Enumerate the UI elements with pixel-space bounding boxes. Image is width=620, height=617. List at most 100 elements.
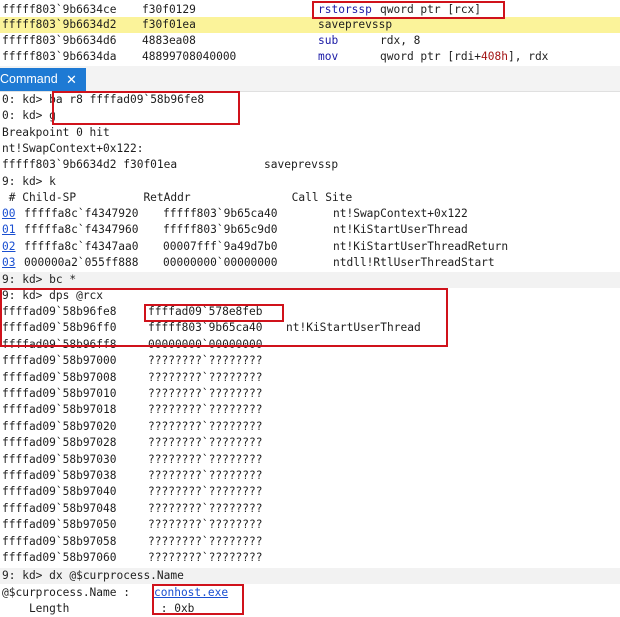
dps-row: ffffad09`58b97010 ????????`????????: [2, 386, 263, 402]
ret-addr: fffff803`9b65ca40: [163, 207, 278, 220]
dps-row: ffffad09`58b97060 ????????`????????: [2, 550, 263, 566]
command-line: 0: kd> ba r8 ffffad09`58b96fe8: [2, 92, 204, 108]
dx-label: @$curprocess.Name :: [2, 586, 137, 599]
call-site: nt!SwapContext+0x122: [333, 207, 468, 220]
dps-value: ????????`????????: [148, 403, 263, 417]
dps-row: ffffad09`58b97018 ????????`????????: [2, 402, 263, 418]
dps-value: ????????`????????: [148, 534, 263, 548]
dps-address: ffffad09`58b97018: [2, 403, 117, 417]
stack-row: 02 fffffa8c`f4347aa0 00007fff`9a49d7b0 nt!K…: [2, 239, 508, 255]
disasm-bytes: f30f01ea: [142, 18, 196, 31]
dps-address: ffffad09`58b97048: [2, 501, 117, 515]
disasm-operands: qword ptr [rcx]: [380, 3, 482, 16]
operand-text: qword ptr [rdi+: [380, 50, 482, 63]
operand-offset: 408h: [481, 50, 508, 63]
disasm-line-current[interactable]: fffff803`9b6634d2 f30f01ea saveprevssp: [0, 17, 620, 33]
dps-value: ????????`????????: [148, 354, 263, 368]
disasm-mnemonic: saveprevssp: [318, 18, 393, 31]
dps-value: ????????`????????: [148, 452, 263, 466]
call-site: ntdll!RtlUserThreadStart: [333, 256, 495, 269]
command-line: 9: kd> bc *: [2, 273, 77, 286]
child-sp: fffffa8c`f4347aa0: [24, 240, 139, 253]
disasm-mnemonic: mov: [318, 50, 339, 63]
dps-row: ffffad09`58b97040 ????????`????????: [2, 484, 263, 500]
dps-address: ffffad09`58b97000: [2, 354, 117, 368]
disasm-address: fffff803`9b6634da: [2, 50, 117, 63]
stack-row: 03 000000a2`055ff888 00000000`00000000 ntdl…: [2, 255, 495, 271]
dps-address: ffffad09`58b96ff0: [2, 321, 117, 335]
disasm-operands: qword ptr [rdi+408h], rdx: [380, 49, 548, 65]
dps-value: ????????`????????: [148, 387, 263, 400]
dps-row: ffffad09`58b96fe8 ffffad09`578e8feb: [2, 304, 263, 320]
instr-mnemonic: saveprevssp: [264, 158, 339, 171]
dps-address: ffffad09`58b97028: [2, 436, 117, 450]
dps-row: ffffad09`58b97050 ????????`????????: [2, 517, 263, 533]
stack-frame-link[interactable]: 02: [2, 240, 15, 253]
call-site: nt!KiStartUserThreadReturn: [333, 240, 509, 253]
prompt: 0: kd>: [2, 93, 50, 106]
stack-frame-link[interactable]: 00: [2, 207, 15, 220]
dps-value: ????????`????????: [148, 419, 263, 433]
dps-address: ffffad09`58b97030: [2, 452, 117, 466]
dps-row: ffffad09`58b97000 ????????`????????: [2, 353, 263, 369]
dps-address: ffffad09`58b97058: [2, 534, 117, 548]
output-line: fffff803`9b6634d2 f30f01ea saveprevssp: [2, 157, 338, 173]
command-text: g: [49, 109, 56, 122]
disassembly-pane[interactable]: fffff803`9b6634ce f30f0129 rstorssp qwor…: [0, 0, 620, 66]
stack-frame-link[interactable]: 01: [2, 223, 15, 236]
dps-address: ffffad09`58b96ff8: [2, 337, 117, 351]
dx-length: Length : 0xb: [2, 601, 194, 617]
dps-row: ffffad09`58b97038 ????????`????????: [2, 468, 263, 484]
operand-text: ], rdx: [508, 50, 549, 63]
stack-frame-link[interactable]: 03: [2, 256, 15, 269]
dps-row: ffffad09`58b97008 ????????`????????: [2, 370, 263, 386]
disasm-operands: rdx, 8: [380, 34, 421, 47]
command-line: 9: kd> dx @$curprocess.Name: [2, 569, 184, 582]
ret-addr: 00000000`00000000: [163, 256, 278, 269]
dps-row: ffffad09`58b97058 ????????`????????: [2, 534, 263, 550]
dps-address: ffffad09`58b97050: [2, 518, 117, 532]
dps-address: ffffad09`58b97038: [2, 469, 117, 482]
dps-symbol: nt!KiStartUserThread: [286, 321, 421, 335]
tab-label: Command: [0, 72, 58, 86]
dps-value: ????????`????????: [148, 518, 263, 532]
close-icon[interactable]: ✕: [66, 68, 77, 91]
stack-row: 01 fffffa8c`f4347960 fffff803`9b65c9d0 nt!K…: [2, 222, 468, 238]
dx-length-label: Length: [2, 602, 70, 615]
dps-row: ffffad09`58b96ff8 00000000`00000000: [2, 337, 263, 353]
child-sp: 000000a2`055ff888: [24, 256, 139, 269]
output-line: nt!SwapContext+0x122:: [2, 142, 144, 155]
dps-value: ????????`????????: [148, 370, 263, 384]
dps-value: fffff803`9b65ca40: [148, 321, 263, 335]
dps-row: ffffad09`58b97030 ????????`????????: [2, 452, 263, 468]
dps-row: ffffad09`58b96ff0 fffff803`9b65ca40 nt!KiS…: [2, 320, 421, 336]
disasm-line[interactable]: fffff803`9b6634d6 4883ea08 sub rdx, 8: [0, 33, 620, 49]
disasm-line[interactable]: fffff803`9b6634ce f30f0129 rstorssp qwor…: [0, 2, 620, 18]
command-shade: [0, 272, 620, 288]
disasm-address: fffff803`9b6634d2: [2, 18, 117, 31]
child-sp: fffffa8c`f4347920: [24, 207, 139, 220]
disasm-address: fffff803`9b6634d6: [2, 34, 117, 47]
dps-value: ????????`????????: [148, 485, 263, 499]
command-output[interactable]: 0: kd> ba r8 ffffad09`58b96fe8 0: kd> g …: [0, 91, 620, 617]
tab-command[interactable]: Command ✕: [0, 68, 86, 91]
dps-value: ????????`????????: [148, 469, 263, 482]
disasm-line[interactable]: fffff803`9b6634da 48899708040000 mov qwo…: [0, 49, 620, 65]
dps-address: ffffad09`58b96fe8: [2, 305, 117, 318]
disasm-mnemonic: rstorssp: [318, 3, 372, 16]
command-text: ba r8 ffffad09`58b96fe8: [49, 93, 205, 106]
output-line: Breakpoint 0 hit: [2, 126, 110, 139]
tab-bar: Command ✕: [0, 66, 620, 92]
dx-result: @$curprocess.Name : conhost.exe: [2, 585, 228, 601]
stack-header: # Child-SP RetAddr Call Site: [2, 191, 353, 204]
dx-length-value: : 0xb: [154, 602, 195, 615]
ret-addr: fffff803`9b65c9d0: [163, 223, 278, 236]
stack-row: 00 fffffa8c`f4347920 fffff803`9b65ca40 nt!S…: [2, 206, 468, 222]
dps-value: ????????`????????: [148, 436, 263, 450]
dps-row: ffffad09`58b97020 ????????`????????: [2, 419, 263, 435]
dps-address: ffffad09`58b97060: [2, 551, 117, 564]
dps-row: ffffad09`58b97028 ????????`????????: [2, 435, 263, 451]
instr-address: fffff803`9b6634d2 f30f01ea: [2, 158, 178, 171]
prompt: 0: kd>: [2, 109, 50, 122]
dx-value-link[interactable]: conhost.exe: [154, 585, 228, 601]
